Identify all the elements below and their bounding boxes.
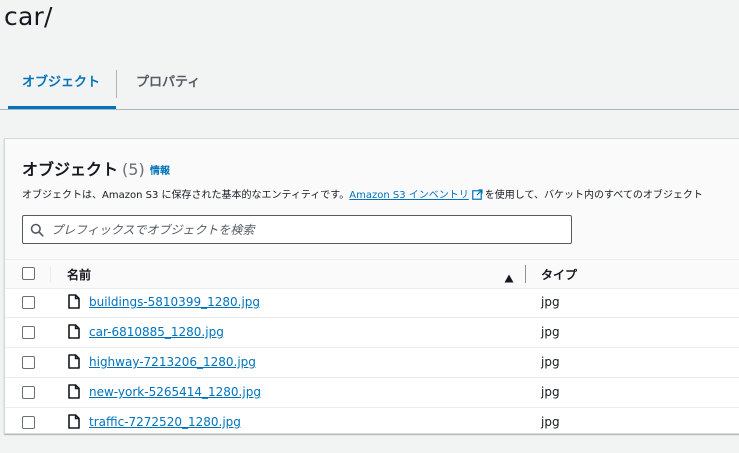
- tab-properties[interactable]: プロパティ: [136, 60, 200, 108]
- select-all-checkbox[interactable]: [22, 267, 35, 280]
- page-title: car/: [4, 2, 53, 31]
- object-type: jpg: [541, 325, 560, 339]
- object-type: jpg: [541, 355, 560, 369]
- object-name-link[interactable]: highway-7213206_1280.jpg: [89, 355, 256, 369]
- column-header-name[interactable]: 名前: [67, 266, 91, 283]
- object-type: jpg: [541, 415, 560, 429]
- row-checkbox[interactable]: [22, 326, 35, 339]
- sort-ascending-icon[interactable]: [504, 268, 514, 287]
- file-icon: [68, 384, 80, 403]
- panel-description: オブジェクトは、Amazon S3 に保存された基本的なエンティティです。Ama…: [22, 189, 703, 203]
- panel-header: オブジェクト (5) 情報 オブジェクトは、Amazon S3 に保存された基本的…: [5, 139, 739, 259]
- search-box[interactable]: [22, 215, 572, 244]
- table-row: highway-7213206_1280.jpg jpg: [5, 348, 739, 378]
- column-resize-handle[interactable]: [525, 265, 526, 283]
- table-row: new-york-5265414_1280.jpg jpg: [5, 378, 739, 408]
- search-input[interactable]: [51, 216, 561, 243]
- table-row: buildings-5810399_1280.jpg jpg: [5, 288, 739, 318]
- file-icon: [68, 324, 80, 343]
- external-link-icon[interactable]: [471, 189, 483, 203]
- file-icon: [68, 414, 80, 433]
- table-row: traffic-7272520_1280.jpg jpg: [5, 408, 739, 437]
- file-icon: [68, 354, 80, 373]
- object-name-link[interactable]: buildings-5810399_1280.jpg: [89, 295, 260, 309]
- tab-divider: [116, 70, 117, 98]
- column-header-type[interactable]: タイプ: [541, 266, 577, 283]
- row-checkbox[interactable]: [22, 296, 35, 309]
- search-icon: [30, 222, 44, 241]
- object-name-link[interactable]: car-6810885_1280.jpg: [89, 325, 224, 339]
- row-checkbox[interactable]: [22, 386, 35, 399]
- object-type: jpg: [541, 385, 560, 399]
- file-icon: [68, 294, 80, 313]
- table-header: 名前 タイプ: [5, 259, 739, 289]
- objects-panel: オブジェクト (5) 情報 オブジェクトは、Amazon S3 に保存された基本的…: [4, 138, 739, 434]
- row-checkbox[interactable]: [22, 356, 35, 369]
- object-name-link[interactable]: new-york-5265414_1280.jpg: [89, 385, 261, 399]
- inventory-link[interactable]: Amazon S3 インベントリ: [349, 190, 468, 201]
- info-link[interactable]: 情報: [150, 162, 170, 177]
- tab-objects[interactable]: オブジェクト: [8, 60, 116, 109]
- table-row: car-6810885_1280.jpg jpg: [5, 318, 739, 348]
- object-list: buildings-5810399_1280.jpg jpg car-68108…: [5, 288, 739, 437]
- panel-title: オブジェクト (5): [22, 160, 145, 179]
- row-checkbox[interactable]: [22, 416, 35, 429]
- column-divider: [50, 266, 51, 282]
- object-type: jpg: [541, 295, 560, 309]
- tab-bar: オブジェクト プロパティ: [0, 60, 739, 110]
- object-name-link[interactable]: traffic-7272520_1280.jpg: [89, 415, 241, 429]
- object-count: (5): [122, 160, 145, 179]
